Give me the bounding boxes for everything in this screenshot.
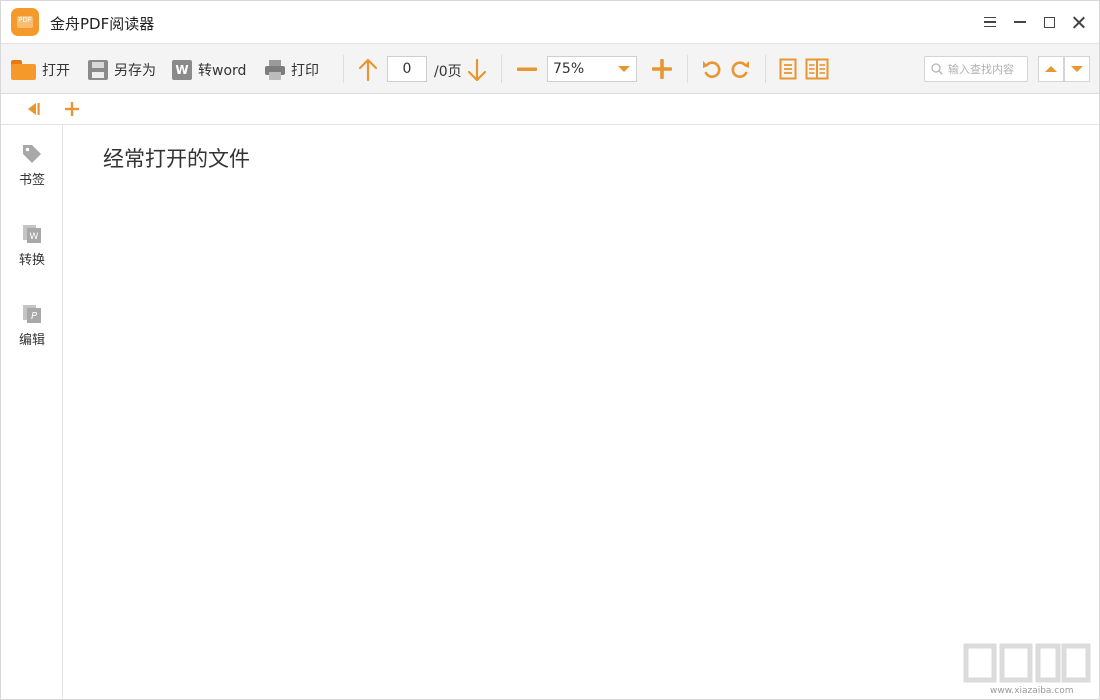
sidebar-item-label: 转换: [1, 249, 63, 268]
close-icon: [1072, 16, 1085, 29]
triangle-up-icon: [1045, 66, 1057, 72]
page-number-input[interactable]: [387, 56, 427, 82]
toolbar-divider: [687, 55, 688, 83]
toolbar: 打开 另存为 W 转word 打印 /0页: [1, 43, 1099, 94]
maximize-icon: [1044, 17, 1055, 28]
to-word-button[interactable]: W 转word: [172, 57, 246, 83]
search-prev-button[interactable]: [1038, 56, 1064, 82]
search-input[interactable]: [948, 60, 1026, 78]
toolbar-divider: [765, 55, 766, 83]
save-as-label: 另存为: [114, 60, 156, 80]
print-button[interactable]: 打印: [265, 57, 319, 83]
recent-files-title: 经常打开的文件: [103, 143, 250, 173]
zoom-in-icon[interactable]: [651, 58, 673, 80]
sidebar-item-edit[interactable]: P 编辑: [1, 303, 63, 367]
page-total: /0页: [434, 61, 462, 81]
app-logo-icon: PDF: [11, 8, 39, 36]
close-button[interactable]: [1067, 11, 1089, 33]
collapse-sidebar-icon[interactable]: [25, 102, 41, 116]
toolbar-divider: [343, 55, 344, 83]
open-label: 打开: [42, 60, 70, 80]
sidebar-item-convert[interactable]: W 转换: [1, 223, 63, 287]
menu-button[interactable]: [979, 11, 1001, 33]
app-title: 金舟PDF阅读器: [50, 13, 154, 34]
open-button[interactable]: 打开: [11, 57, 70, 83]
word-icon: W: [172, 60, 192, 80]
triangle-down-icon: [1071, 66, 1083, 72]
app-window: PDF 金舟PDF阅读器 打开 另存为 W 转word: [0, 0, 1100, 700]
sidebar: 书签 W 转换 P 编辑: [1, 125, 63, 699]
search-box: [924, 56, 1028, 82]
svg-text:W: W: [30, 232, 39, 242]
sidebar-item-label: 编辑: [1, 329, 63, 348]
chevron-down-icon: [618, 66, 630, 72]
folder-icon: [11, 60, 36, 80]
sidebar-item-bookmark[interactable]: 书签: [1, 143, 63, 207]
search-icon: [931, 63, 943, 75]
single-page-view-icon[interactable]: [779, 58, 797, 80]
rotate-right-icon[interactable]: [729, 58, 751, 80]
next-page-arrow-icon[interactable]: [466, 58, 488, 82]
svg-text:P: P: [31, 311, 38, 322]
maximize-button[interactable]: [1038, 11, 1060, 33]
zoom-select[interactable]: 75%: [547, 56, 637, 82]
watermark-text: www.xiazaiba.com: [990, 686, 1074, 696]
print-label: 打印: [291, 60, 319, 80]
convert-word-icon: W: [21, 223, 43, 245]
toolbar-divider: [501, 55, 502, 83]
title-bar: PDF 金舟PDF阅读器: [1, 1, 1099, 43]
zoom-value: 75%: [553, 61, 584, 77]
hamburger-icon: [984, 17, 996, 27]
rotate-left-icon[interactable]: [701, 58, 723, 80]
edit-p-icon: P: [21, 303, 43, 325]
prev-page-arrow-icon[interactable]: [357, 58, 379, 82]
tab-bar: [1, 94, 1099, 125]
save-as-button[interactable]: 另存为: [88, 57, 156, 83]
to-word-label: 转word: [198, 60, 246, 80]
add-tab-icon[interactable]: [64, 100, 82, 118]
search-next-button[interactable]: [1064, 56, 1090, 82]
app-logo-text: PDF: [11, 16, 39, 24]
tag-icon: [21, 143, 43, 165]
zoom-out-icon[interactable]: [516, 60, 538, 78]
printer-icon: [265, 60, 285, 80]
minimize-button[interactable]: [1009, 11, 1031, 33]
sidebar-item-label: 书签: [1, 169, 63, 188]
main-content: 经常打开的文件: [64, 125, 1099, 699]
minimize-icon: [1014, 21, 1026, 23]
double-page-view-icon[interactable]: [805, 58, 829, 80]
save-disk-icon: [88, 60, 108, 80]
